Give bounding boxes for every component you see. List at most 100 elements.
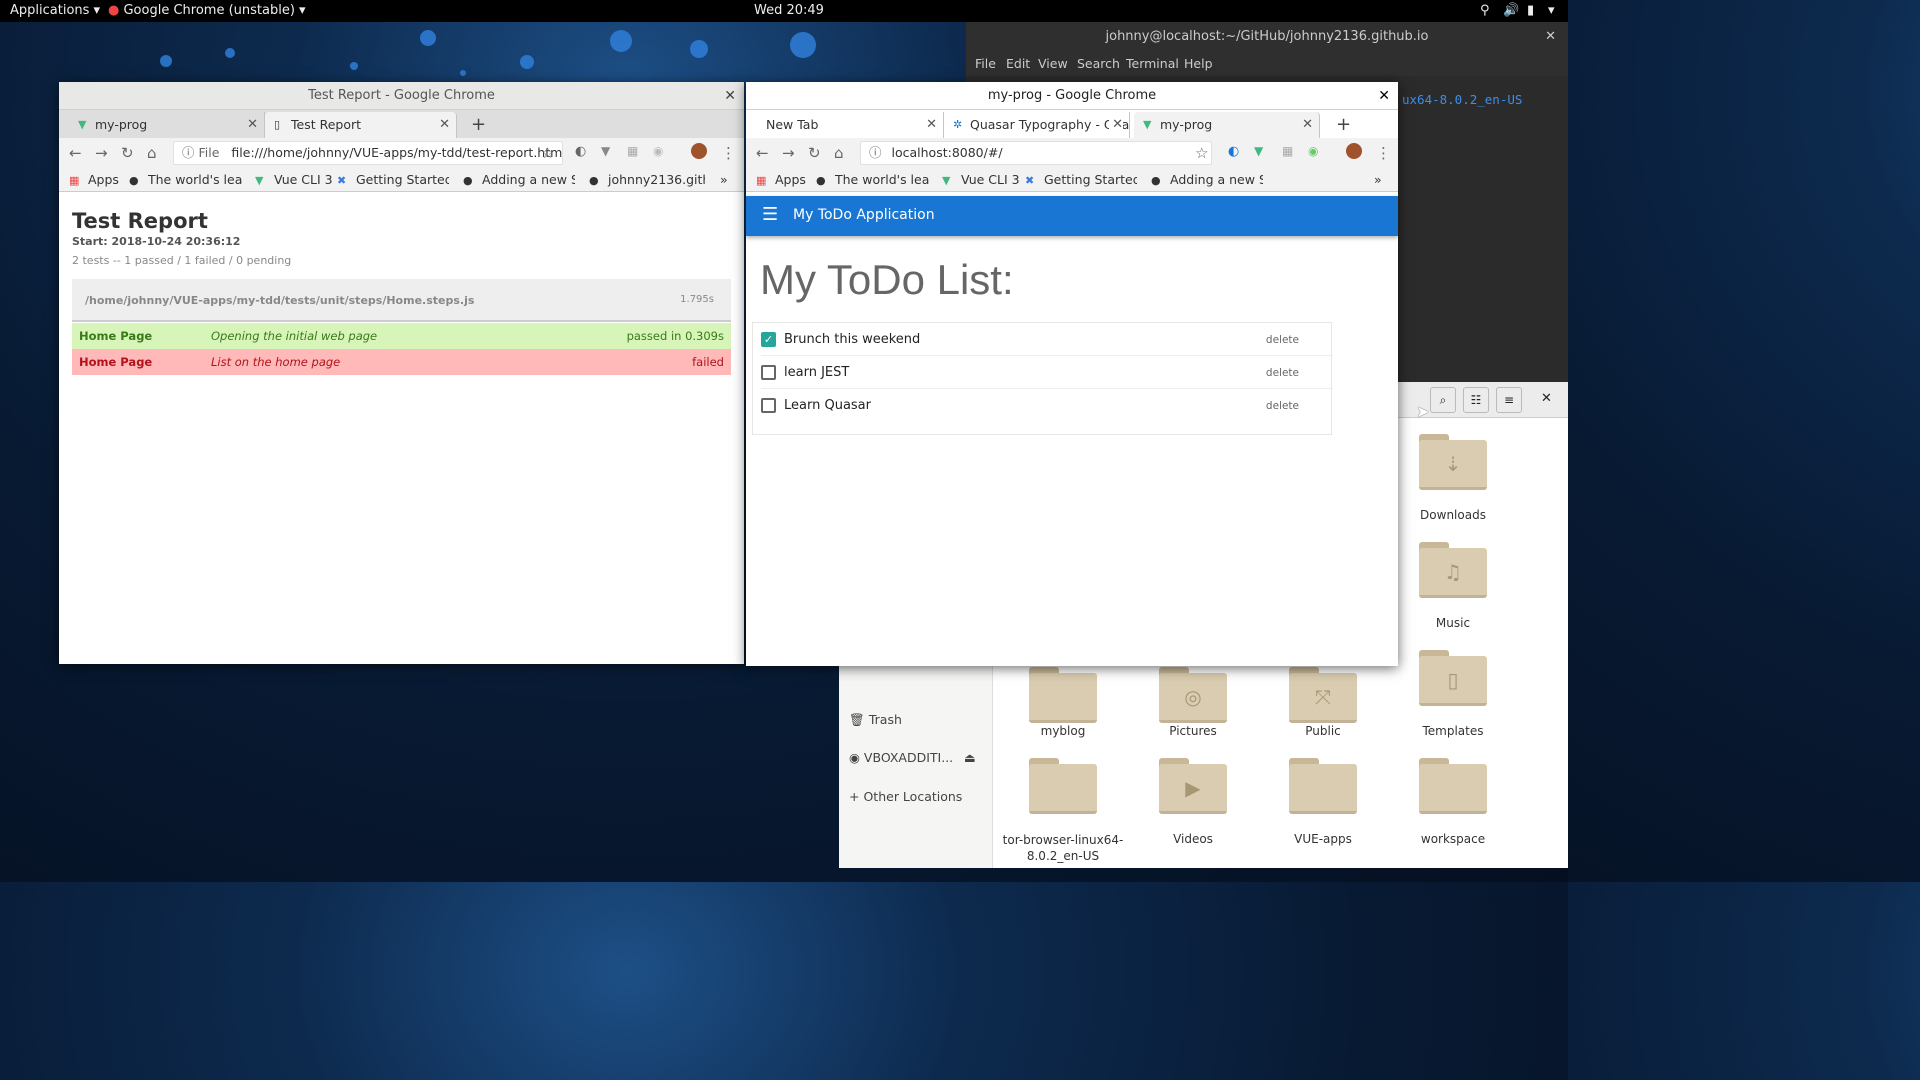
close-tab-icon[interactable]: ✕	[926, 112, 937, 138]
tab-test-report[interactable]: ▯ Test Report ✕	[265, 112, 457, 138]
folder-myblog[interactable]	[1029, 667, 1097, 723]
folder-pictures[interactable]: ◎	[1159, 667, 1227, 723]
new-tab-button[interactable]: +	[1336, 112, 1351, 138]
battery-icon[interactable]: ▮	[1527, 3, 1534, 18]
tab-my-prog[interactable]: ▼ my-prog ✕	[69, 112, 265, 138]
tab-new-tab[interactable]: New Tab ✕	[746, 112, 944, 138]
bookmark-vue-cli[interactable]: ▼ Vue CLI 3	[255, 172, 333, 187]
extension-icon[interactable]: ▦	[1282, 144, 1293, 158]
menu-view[interactable]: View	[1038, 56, 1068, 71]
forward-icon[interactable]: →	[782, 144, 795, 162]
close-icon[interactable]: ✕	[1545, 22, 1556, 52]
extension-icon[interactable]: ▦	[627, 144, 638, 158]
close-tab-icon[interactable]: ✕	[1109, 112, 1123, 138]
folder-videos[interactable]: ▶	[1159, 758, 1227, 814]
bookmark-github[interactable]: ●The world's leadi	[129, 172, 243, 187]
test-row-passed[interactable]: Home Page Opening the initial web page p…	[72, 323, 731, 349]
menu-search[interactable]: Search	[1077, 56, 1120, 71]
menu-icon[interactable]: ≡	[1496, 387, 1522, 413]
new-tab-button[interactable]: +	[471, 112, 486, 138]
tab-quasar[interactable]: ✲ Quasar Typography - Qua ✕	[944, 112, 1130, 138]
test-row-failed[interactable]: Home Page List on the home page failed	[72, 349, 731, 375]
folder-templates[interactable]: ▯	[1419, 650, 1487, 706]
menu-help[interactable]: Help	[1184, 56, 1213, 71]
close-icon[interactable]: ✕	[1541, 391, 1552, 406]
clock[interactable]: Wed 20:49	[754, 3, 824, 18]
tab-strip: ▼ my-prog ✕ ▯ Test Report ✕ +	[59, 110, 744, 138]
extension-icon[interactable]: ◐	[575, 144, 586, 159]
volume-icon[interactable]: 🔊	[1503, 3, 1519, 18]
folder-public[interactable]: ⤧	[1289, 667, 1357, 723]
sidebar-item-trash[interactable]: 🗑 Trash	[849, 712, 902, 728]
bookmark-star-icon[interactable]: ☆	[541, 144, 554, 162]
bookmark-apps[interactable]: ▦ Apps	[756, 172, 806, 187]
close-tab-icon[interactable]: ✕	[247, 112, 258, 138]
bookmark-github[interactable]: ●The world's leadi	[816, 172, 930, 187]
active-app-menu[interactable]: ● Google Chrome (unstable) ▾	[108, 3, 306, 18]
reload-icon[interactable]: ↻	[808, 144, 821, 162]
url-text: file:///home/johnny/VUE-apps/my-tdd/test…	[231, 145, 563, 160]
folder-label: Templates	[1422, 724, 1484, 738]
folder-vue-apps[interactable]	[1289, 758, 1357, 814]
forward-icon[interactable]: →	[95, 144, 108, 162]
kebab-menu-icon[interactable]: ⋮	[721, 144, 736, 162]
bookmark-vue-cli[interactable]: ▼ Vue CLI 3	[942, 172, 1020, 187]
kebab-menu-icon[interactable]: ⋮	[1376, 144, 1391, 162]
avatar[interactable]	[1346, 143, 1362, 159]
hamburger-menu-icon[interactable]: ☰	[762, 204, 778, 225]
home-icon[interactable]: ⌂	[834, 144, 844, 162]
bookmark-ssh[interactable]: ●Adding a new SSH	[463, 172, 575, 187]
home-icon[interactable]: ⌂	[147, 144, 157, 162]
menu-edit[interactable]: Edit	[1006, 56, 1030, 71]
folder-label: Videos	[1173, 832, 1213, 846]
close-tab-icon[interactable]: ✕	[439, 112, 450, 138]
bookmark-ssh[interactable]: ●Adding a new SSH	[1151, 172, 1263, 187]
close-tab-icon[interactable]: ✕	[1302, 112, 1313, 138]
menu-file[interactable]: File	[975, 56, 996, 71]
network-icon[interactable]: ⚲	[1480, 3, 1490, 18]
bookmark-johnny[interactable]: ●johnny2136.githu	[589, 172, 705, 187]
vue-devtools-icon[interactable]: ▼	[1254, 144, 1263, 158]
delete-button[interactable]: delete	[1266, 400, 1299, 412]
more-bookmarks-icon[interactable]: »	[1374, 172, 1382, 187]
search-icon[interactable]: ⌕	[1430, 387, 1456, 413]
address-bar[interactable]: ⓘ File file:///home/johnny/VUE-apps/my-t…	[173, 141, 563, 165]
extension-icon[interactable]: ◐	[1228, 144, 1239, 159]
bookmark-star-icon[interactable]: ☆	[1195, 144, 1208, 162]
close-icon[interactable]: ✕	[724, 82, 736, 110]
view-list-icon[interactable]: ☷	[1463, 387, 1489, 413]
folder-music[interactable]: ♫	[1419, 542, 1487, 598]
folder-tor-browser[interactable]	[1029, 758, 1097, 814]
back-icon[interactable]: ←	[69, 144, 82, 162]
bookmark-getting-started[interactable]: ✖Getting Started V	[1025, 172, 1137, 187]
avatar[interactable]	[691, 143, 707, 159]
quasar-icon: ✲	[953, 118, 963, 131]
sidebar-item-other-locations[interactable]: + Other Locations	[849, 789, 962, 804]
eject-icon[interactable]: ⏏	[964, 750, 976, 765]
delete-button[interactable]: delete	[1266, 367, 1299, 379]
back-icon[interactable]: ←	[756, 144, 769, 162]
close-icon[interactable]: ✕	[1378, 82, 1390, 110]
extension-icon[interactable]: ◉	[1308, 144, 1318, 158]
vue-devtools-icon[interactable]: ▼	[601, 144, 610, 158]
system-menu-icon[interactable]: ▾	[1548, 3, 1555, 18]
sidebar-item-vbox[interactable]: ◉ VBOXADDITI... ⏏	[849, 750, 989, 765]
bookmark-apps[interactable]: ▦ Apps	[69, 172, 119, 187]
document-icon: ▯	[1419, 656, 1487, 706]
disc-icon: ◉	[849, 750, 860, 765]
reload-icon[interactable]: ↻	[121, 144, 134, 162]
folder-downloads[interactable]: ⇣	[1419, 434, 1487, 490]
extension-icon[interactable]: ◉	[653, 144, 663, 158]
checkbox[interactable]	[761, 365, 776, 380]
folder-workspace[interactable]	[1419, 758, 1487, 814]
address-bar[interactable]: ⓘ localhost:8080/#/	[860, 141, 1212, 165]
more-bookmarks-icon[interactable]: »	[720, 172, 728, 187]
menu-terminal[interactable]: Terminal	[1126, 56, 1179, 71]
checkbox[interactable]	[761, 398, 776, 413]
tab-my-prog[interactable]: ▼ my-prog ✕	[1134, 112, 1320, 138]
delete-button[interactable]: delete	[1266, 334, 1299, 346]
applications-menu[interactable]: Applications ▾	[10, 3, 100, 18]
tab-strip: New Tab ✕ ✲ Quasar Typography - Qua ✕ ▼ my…	[746, 110, 1398, 138]
checkbox[interactable]: ✓	[761, 332, 776, 347]
bookmark-getting-started[interactable]: ✖Getting Started V	[337, 172, 449, 187]
